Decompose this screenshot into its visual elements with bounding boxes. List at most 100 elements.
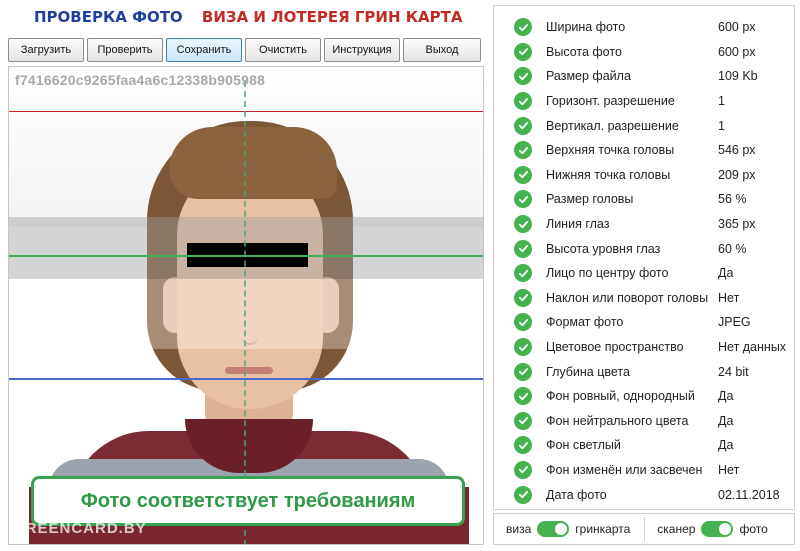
check-value: 24 bit	[718, 364, 749, 379]
check-value: Нет	[718, 290, 740, 305]
check-value: 56 %	[718, 192, 747, 207]
visa-greencard-toggle-group: виза гринкарта	[506, 521, 630, 537]
check-row: Ширина фото 600 px	[494, 15, 794, 40]
check-label: Наклон или поворот головы	[546, 290, 709, 305]
check-value: 109 Kb	[718, 69, 758, 84]
clear-button[interactable]: Очистить	[245, 38, 321, 62]
check-label: Линия глаз	[546, 217, 610, 232]
check-icon	[514, 116, 532, 135]
toggle-label-photo: фото	[739, 522, 768, 536]
check-row: Вертикал. разрешение 1	[494, 113, 794, 138]
toolbar: Загрузить Проверить Сохранить Очистить И…	[8, 38, 484, 62]
scanner-photo-switch[interactable]	[701, 521, 734, 537]
check-value: 600 px	[718, 44, 756, 59]
check-row: Формат фото JPEG	[494, 310, 794, 335]
check-row: Линия глаз 365 px	[494, 212, 794, 237]
check-icon	[514, 288, 532, 307]
check-value: Да	[718, 438, 734, 453]
check-icon	[514, 165, 532, 184]
check-icon	[514, 215, 532, 234]
check-row: Дата фото 02.11.2018	[494, 482, 794, 507]
mode-toggles: виза гринкарта сканер фото	[493, 513, 795, 545]
photo-mouth	[225, 367, 273, 374]
check-icon	[514, 313, 532, 332]
check-row: Цветовое пространство Нет данных	[494, 335, 794, 360]
check-icon	[514, 239, 532, 258]
check-label: Ширина фото	[546, 20, 626, 35]
exit-button[interactable]: Выход	[403, 38, 481, 62]
check-label: Цветовое пространство	[546, 340, 684, 355]
check-icon	[514, 485, 532, 504]
head-top-line	[9, 111, 483, 112]
check-icon	[514, 436, 532, 455]
check-icon	[514, 411, 532, 430]
check-value: Да	[718, 266, 734, 281]
check-value: Да	[718, 389, 734, 404]
check-label: Лицо по центру фото	[546, 266, 669, 281]
check-row: Верхняя точка головы 546 px	[494, 138, 794, 163]
check-value: JPEG	[718, 315, 751, 330]
load-button[interactable]: Загрузить	[8, 38, 84, 62]
check-icon	[514, 141, 532, 160]
check-label: Высота уровня глаз	[546, 241, 661, 256]
toggle-divider	[644, 517, 646, 541]
check-icon	[514, 387, 532, 406]
eye-line	[9, 255, 483, 257]
check-icon	[514, 190, 532, 209]
toggle-label-greencard: гринкарта	[575, 522, 631, 536]
check-value: Нет	[718, 462, 740, 477]
check-row: Наклон или поворот головы Нет	[494, 286, 794, 311]
check-row: Фон ровный, однородный Да	[494, 384, 794, 409]
instructions-button[interactable]: Инструкция	[324, 38, 400, 62]
check-icon	[514, 67, 532, 86]
check-row: Лицо по центру фото Да	[494, 261, 794, 286]
check-value: 1	[718, 94, 725, 109]
check-value: 02.11.2018	[718, 487, 780, 502]
check-label: Нижняя точка головы	[546, 167, 671, 182]
check-value: Да	[718, 413, 734, 428]
check-row: Высота уровня глаз 60 %	[494, 236, 794, 261]
check-label: Дата фото	[546, 487, 607, 502]
check-row: Фон изменён или засвечен Нет	[494, 458, 794, 483]
check-value: 1	[718, 118, 725, 133]
check-label: Горизонт. разрешение	[546, 94, 675, 109]
toggle-label-visa: виза	[506, 522, 532, 536]
app-subtitle: ВИЗА И ЛОТЕРЕЯ ГРИН КАРТА	[201, 8, 463, 26]
check-icon	[514, 92, 532, 111]
check-label: Размер головы	[546, 192, 634, 207]
chin-line	[9, 378, 483, 380]
check-value: 365 px	[718, 217, 756, 232]
check-label: Фон ровный, однородный	[546, 389, 695, 404]
checks-panel: Ширина фото 600 px Высота фото 600 px Размер…	[493, 5, 795, 510]
check-value: 60 %	[718, 241, 747, 256]
check-row: Размер файла 109 Kb	[494, 64, 794, 89]
visa-greencard-switch[interactable]	[537, 521, 570, 537]
check-icon	[514, 42, 532, 61]
check-value: 600 px	[718, 20, 756, 35]
watermark: GREENCARD.BY	[13, 520, 147, 537]
check-label: Вертикал. разрешение	[546, 118, 679, 133]
check-value: 209 px	[718, 167, 756, 182]
check-icon	[514, 460, 532, 479]
check-row: Размер головы 56 %	[494, 187, 794, 212]
check-label: Верхняя точка головы	[546, 143, 675, 158]
check-icon	[514, 338, 532, 357]
photo-hash: f7416620c9265faa4a6c12338b905988	[15, 72, 266, 88]
check-row: Фон нейтрального цвета Да	[494, 409, 794, 434]
app-header: ПРОВЕРКА ФОТО ВИЗА И ЛОТЕРЕЯ ГРИН КАРТА	[34, 8, 462, 32]
check-label: Высота фото	[546, 44, 622, 59]
check-label: Фон нейтрального цвета	[546, 413, 689, 428]
save-button[interactable]: Сохранить	[166, 38, 242, 62]
check-label: Глубина цвета	[546, 364, 630, 379]
photo-fringe	[169, 127, 337, 199]
check-row: Горизонт. разрешение 1	[494, 89, 794, 114]
scanner-photo-toggle-group: сканер фото	[657, 521, 768, 537]
check-value: 546 px	[718, 143, 756, 158]
check-icon	[514, 362, 532, 381]
check-icon	[514, 264, 532, 283]
check-row: Глубина цвета 24 bit	[494, 359, 794, 384]
check-icon	[514, 18, 532, 37]
check-button[interactable]: Проверить	[87, 38, 163, 62]
check-label: Размер файла	[546, 69, 631, 84]
check-row: Высота фото 600 px	[494, 40, 794, 65]
